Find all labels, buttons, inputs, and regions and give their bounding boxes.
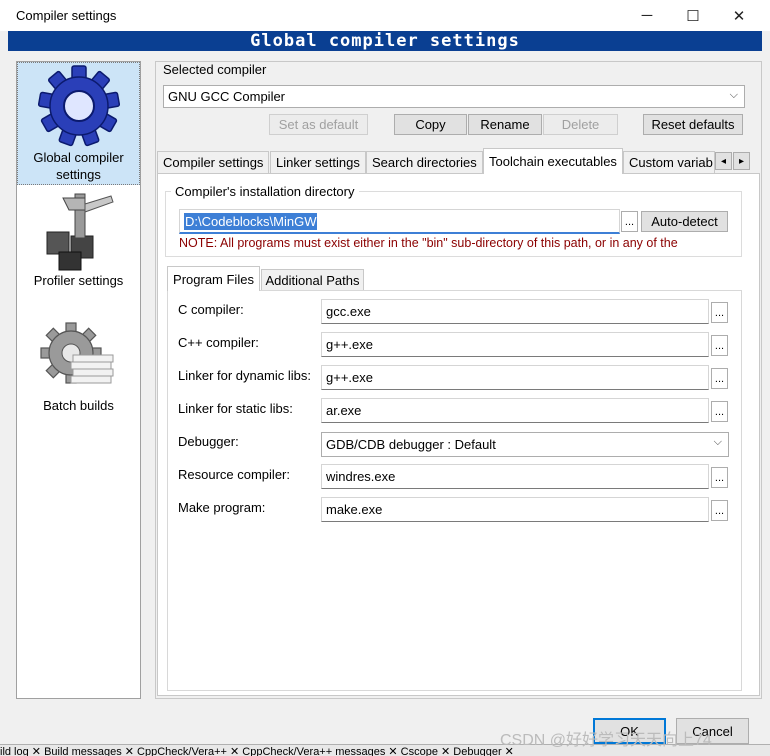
category-label: Global compiler settings (33, 150, 124, 182)
batch-gear-icon (39, 322, 113, 384)
watermark-text: CSDN @好好学习天天向上74 (500, 732, 712, 749)
resource-compiler-input[interactable]: windres.exe (321, 464, 709, 489)
dynamic-linker-value: g++.exe (326, 370, 373, 385)
static-linker-input[interactable]: ar.exe (321, 398, 709, 423)
dynamic-linker-label: Linker for dynamic libs: (178, 368, 311, 383)
page-banner: Global compiler settings (8, 31, 762, 51)
tab-search-directories[interactable]: Search directories (366, 151, 483, 173)
debugger-label: Debugger: (178, 434, 239, 449)
copy-button[interactable]: Copy (394, 114, 467, 135)
c-compiler-browse-button[interactable]: ... (711, 302, 728, 323)
make-program-label: Make program: (178, 500, 266, 515)
category-label: Profiler settings (33, 273, 124, 288)
auto-detect-button[interactable]: Auto-detect (641, 211, 728, 232)
gear-icon (37, 65, 120, 147)
debugger-select[interactable]: GDB/CDB debugger : Default ⌵ (321, 432, 729, 457)
caliper-icon (46, 193, 114, 271)
static-linker-browse-button[interactable]: ... (711, 401, 728, 422)
static-linker-label: Linker for static libs: (178, 401, 293, 416)
cpp-compiler-input[interactable]: g++.exe (321, 332, 709, 357)
chevron-down-icon: ⌵ (713, 436, 722, 448)
cpp-compiler-browse-button[interactable]: ... (711, 335, 728, 356)
make-program-input[interactable]: make.exe (321, 497, 709, 522)
make-program-value: make.exe (326, 502, 383, 517)
compiler-select[interactable]: GNU GCC Compiler ⌵ (163, 85, 745, 108)
title-bar: Compiler settings ─ ☐ ✕ (0, 0, 770, 31)
resource-compiler-value: windres.exe (326, 469, 396, 484)
tab-linker-settings[interactable]: Linker settings (270, 151, 366, 173)
c-compiler-value: gcc.exe (326, 304, 371, 319)
compiler-select-value: GNU GCC Compiler (168, 89, 286, 104)
category-batch-builds[interactable]: Batch builds (17, 317, 140, 417)
window-title: Compiler settings (16, 8, 117, 23)
chevron-down-icon: ⌵ (729, 89, 738, 101)
c-compiler-label: C compiler: (178, 302, 244, 317)
resource-compiler-label: Resource compiler: (178, 467, 290, 482)
category-profiler[interactable]: Profiler settings (17, 190, 140, 300)
minimize-button[interactable]: ─ (624, 0, 670, 31)
install-dir-input[interactable]: D:\Codeblocks\MinGW (179, 209, 620, 234)
reset-defaults-button[interactable]: Reset defaults (643, 114, 743, 135)
install-dir-label: Compiler's installation directory (171, 184, 359, 199)
tab-program-files[interactable]: Program Files (167, 266, 260, 291)
debugger-select-value: GDB/CDB debugger : Default (326, 437, 496, 452)
category-global-compiler[interactable]: Global compiler settings (17, 62, 140, 185)
static-linker-value: ar.exe (326, 403, 362, 418)
selected-compiler-label: Selected compiler (163, 62, 267, 77)
cpp-compiler-value: g++.exe (326, 337, 373, 352)
close-button[interactable]: ✕ (716, 0, 762, 31)
tab-toolchain-executables[interactable]: Toolchain executables (483, 148, 623, 174)
rename-button[interactable]: Rename (468, 114, 542, 135)
cpp-compiler-label: C++ compiler: (178, 335, 259, 350)
install-note: NOTE: All programs must exist either in … (179, 236, 678, 250)
tab-scroll-right-button[interactable]: ▸ (733, 152, 750, 170)
category-label: Batch builds (43, 398, 114, 413)
dynamic-linker-browse-button[interactable]: ... (711, 368, 728, 389)
delete-button[interactable]: Delete (543, 114, 618, 135)
resource-compiler-browse-button[interactable]: ... (711, 467, 728, 488)
category-list: Global compiler settings Profiler settin… (16, 61, 141, 699)
set-as-default-button[interactable]: Set as default (269, 114, 368, 135)
tab-scroll-left-button[interactable]: ◂ (715, 152, 732, 170)
tab-additional-paths[interactable]: Additional Paths (261, 269, 364, 291)
tab-compiler-settings[interactable]: Compiler settings (157, 151, 270, 173)
dynamic-linker-input[interactable]: g++.exe (321, 365, 709, 390)
c-compiler-input[interactable]: gcc.exe (321, 299, 709, 324)
maximize-button[interactable]: ☐ (670, 0, 716, 31)
tab-custom-variables[interactable]: Custom variab (623, 151, 715, 173)
browse-install-dir-button[interactable]: ... (621, 211, 638, 232)
install-dir-value: D:\Codeblocks\MinGW (184, 212, 318, 230)
make-program-browse-button[interactable]: ... (711, 500, 728, 521)
